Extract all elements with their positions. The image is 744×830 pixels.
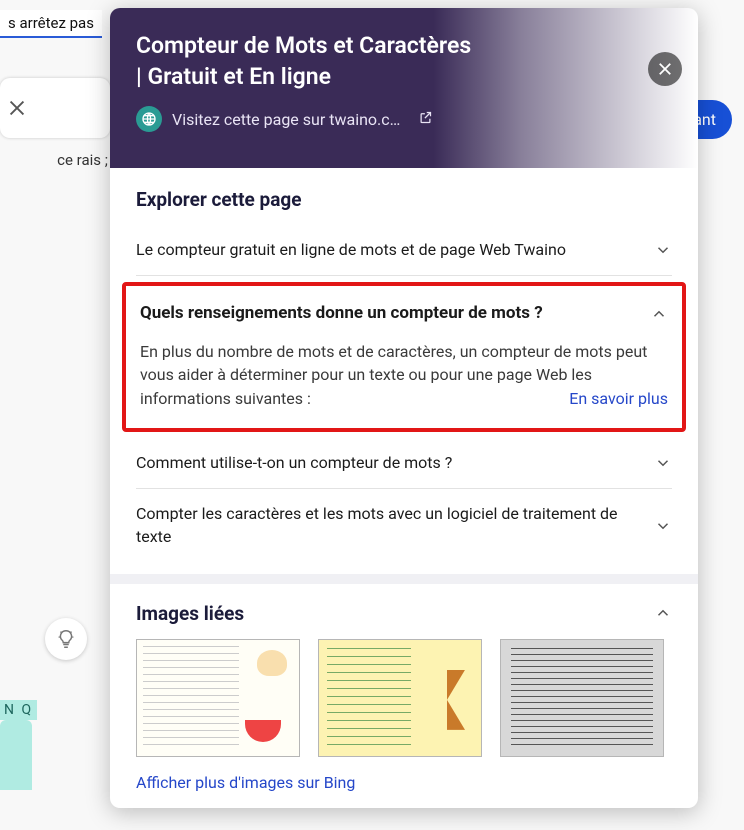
related-image-1[interactable] [136, 639, 300, 757]
section-divider [110, 574, 698, 584]
accordion-label: Comment utilise-t-on un compteur de mots… [136, 452, 452, 474]
accordion-header-3[interactable]: Compter les caractères et les mots avec … [136, 503, 672, 548]
accordion-header-0[interactable]: Le compteur gratuit en ligne de mots et … [136, 239, 672, 261]
more-images-link[interactable]: Afficher plus d'images sur Bing [136, 773, 672, 792]
visit-page-link[interactable]: Visitez cette page sur twaino.c… [136, 106, 672, 132]
accordion-item-0: Le compteur gratuit en ligne de mots et … [136, 225, 672, 276]
page-thumbnail: Compteur de mots / caractères gratuit en… [438, 8, 698, 168]
accordion-header-1[interactable]: Quels renseignements donne un compteur d… [140, 302, 668, 326]
accordion-body-1: En plus du nombre de mots et de caractèr… [140, 340, 668, 410]
related-image-3[interactable] [500, 639, 664, 757]
accordion-label: Le compteur gratuit en ligne de mots et … [136, 239, 566, 261]
page-title: Compteur de Mots et Caractères | Gratuit… [136, 30, 476, 92]
panel-content: Explorer cette page Le compteur gratuit … [110, 168, 698, 802]
thumb-heading: Compteur de mots / caractères gratuit en… [458, 42, 688, 52]
background-close-pill[interactable] [0, 78, 110, 138]
accordion-item-1: Quels renseignements donne un compteur d… [122, 282, 686, 431]
explore-section-title: Explorer cette page [136, 188, 672, 211]
accordion-item-3: Compter les caractères et les mots avec … [136, 489, 672, 562]
chevron-down-icon [654, 454, 672, 472]
visit-page-label: Visitez cette page sur twaino.c… [172, 110, 400, 129]
chevron-up-icon [650, 305, 668, 323]
lightbulb-icon[interactable] [45, 618, 87, 660]
close-icon [656, 60, 674, 78]
hero-header: Compteur de mots / caractères gratuit en… [110, 8, 698, 168]
background-letters: N Q [0, 700, 37, 720]
learn-more-link[interactable]: En savoir plus [569, 387, 668, 410]
related-images-row [136, 639, 672, 757]
external-link-icon [418, 110, 433, 129]
accordion-item-2: Comment utilise-t-on un compteur de mots… [136, 438, 672, 489]
site-favicon [136, 106, 162, 132]
chevron-up-icon[interactable] [654, 604, 672, 622]
page-preview-panel: Compteur de mots / caractères gratuit en… [110, 8, 698, 808]
close-icon [6, 97, 28, 119]
close-button[interactable] [648, 52, 682, 86]
related-image-2[interactable] [318, 639, 482, 757]
images-section-title: Images liées [136, 602, 244, 625]
chevron-down-icon [654, 517, 672, 535]
accordion-label: Quels renseignements donne un compteur d… [140, 302, 543, 326]
accordion-label: Compter les caractères et les mots avec … [136, 503, 638, 548]
chevron-down-icon [654, 241, 672, 259]
background-truncated-text: s arrêtez pas [0, 10, 102, 38]
accordion-header-2[interactable]: Comment utilise-t-on un compteur de mots… [136, 452, 672, 474]
background-avatar [0, 720, 32, 790]
